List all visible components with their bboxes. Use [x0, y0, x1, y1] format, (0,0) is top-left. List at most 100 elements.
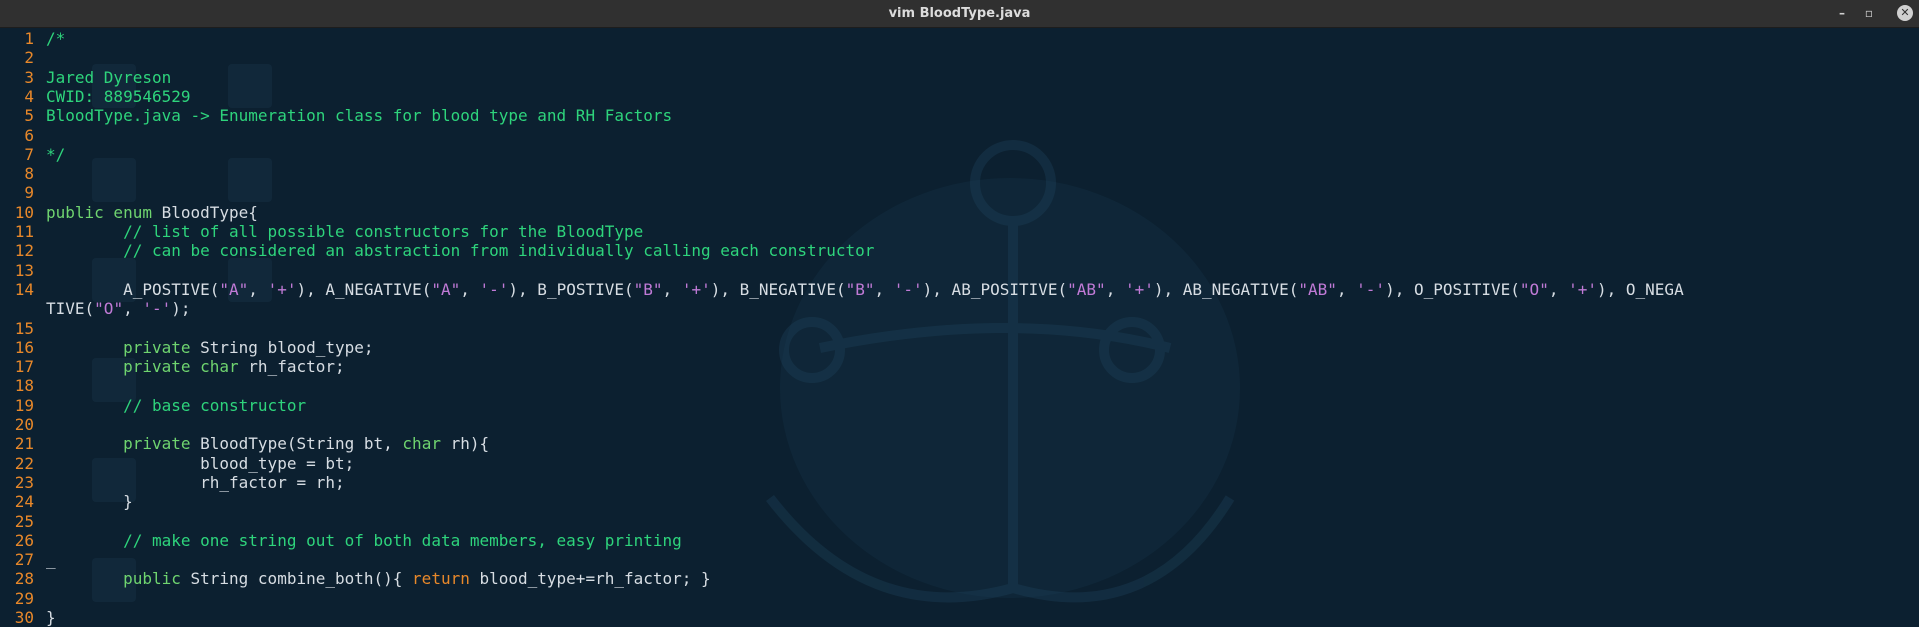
code-line[interactable]: 28 public String combine_both(){ return …: [0, 569, 1919, 588]
code-string: "A": [431, 279, 461, 299]
code-token: }: [46, 492, 133, 512]
code-line[interactable]: 12 // can be considered an abstraction f…: [0, 241, 1919, 260]
code-text: private BloodType(String bt, char rh){: [46, 434, 489, 453]
code-line[interactable]: 24 }: [0, 492, 1919, 511]
code-line[interactable]: 19 // base constructor: [0, 396, 1919, 415]
close-button[interactable]: ✕: [1897, 5, 1913, 21]
code-line[interactable]: 7 */: [0, 145, 1919, 164]
code-token: ,: [460, 279, 480, 299]
code-token: ), O_NEGA: [1597, 279, 1684, 299]
code-keyword: private: [46, 337, 191, 357]
code-token: BloodType(String bt,: [190, 434, 403, 454]
vim-editor[interactable]: 1 /* 2 3 Jared Dyreson 4 CWID: 889546529 5 Blood…: [0, 28, 1919, 627]
code-string: "O": [94, 299, 124, 319]
code-string: "AB": [1067, 279, 1106, 299]
line-number: 13: [14, 260, 34, 280]
code-line[interactable]: 17 private char rh_factor;: [0, 357, 1919, 376]
code-text: private String blood_type;: [46, 337, 373, 357]
line-number: 19: [14, 395, 34, 415]
code-token: blood_type = bt;: [46, 453, 355, 473]
line-number: 6: [24, 125, 34, 145]
code-token: blood_type+=rh_factor; }: [469, 569, 711, 589]
line-number: 2: [24, 48, 34, 68]
code-text: */: [46, 145, 65, 164]
code-string: '-': [142, 299, 172, 319]
line-number: 25: [14, 511, 34, 531]
code-line[interactable]: 1 /*: [0, 29, 1919, 48]
line-number: 3: [24, 67, 34, 87]
code-line[interactable]: 25: [0, 512, 1919, 531]
code-line[interactable]: 13: [0, 261, 1919, 280]
code-text: public enum BloodType{: [46, 203, 258, 222]
code-line[interactable]: 30}: [0, 608, 1919, 627]
code-text: A_POSTIVE("A", '+'), A_NEGATIVE("A", '-'…: [46, 280, 1684, 299]
code-line[interactable]: 11 // list of all possible constructors …: [0, 222, 1919, 241]
code-string: '-': [479, 279, 509, 299]
code-text: }: [46, 492, 133, 511]
code-comment: // list of all possible constructors for…: [46, 222, 644, 241]
code-token: rh_factor;: [238, 357, 345, 377]
code-token: ), B_POSTIVE(: [508, 279, 634, 299]
code-line[interactable]: 4 CWID: 889546529: [0, 87, 1919, 106]
minimize-button[interactable]: –: [1834, 5, 1850, 21]
code-line[interactable]: 14 A_POSTIVE("A", '+'), A_NEGATIVE("A", …: [0, 280, 1919, 299]
code-line[interactable]: 15: [0, 319, 1919, 338]
code-line[interactable]: 20: [0, 415, 1919, 434]
code-text: CWID: 889546529: [46, 87, 191, 106]
line-number: 12: [14, 241, 34, 261]
line-number: 5: [24, 106, 34, 126]
line-number: 8: [24, 164, 34, 184]
code-line[interactable]: 21 private BloodType(String bt, char rh)…: [0, 434, 1919, 453]
code-line[interactable]: 3 Jared Dyreson: [0, 68, 1919, 87]
code-line[interactable]: 27 _: [0, 550, 1919, 569]
code-line[interactable]: 8: [0, 164, 1919, 183]
maximize-button[interactable]: ▫: [1861, 5, 1877, 21]
code-text: }: [46, 608, 56, 627]
code-line[interactable]: 2: [0, 48, 1919, 67]
window-titlebar[interactable]: vim BloodType.java – ▫ ✕: [0, 0, 1919, 28]
code-string: '-': [1356, 279, 1386, 299]
code-line[interactable]: 10 public enum BloodType{: [0, 203, 1919, 222]
code-string: "O": [1519, 279, 1549, 299]
code-line[interactable]: 9: [0, 183, 1919, 202]
code-line[interactable]: 29: [0, 589, 1919, 608]
code-line[interactable]: 22 blood_type = bt;: [0, 454, 1919, 473]
code-token: ,: [1105, 279, 1125, 299]
code-line[interactable]: 18: [0, 376, 1919, 395]
code-comment: // can be considered an abstraction from…: [46, 241, 875, 261]
code-token: );: [171, 299, 191, 319]
window-title: vim BloodType.java: [888, 6, 1031, 21]
code-token: ), A_NEGATIVE(: [296, 279, 432, 299]
code-token: rh){: [440, 434, 490, 454]
line-number: 28: [14, 569, 34, 589]
code-text: Jared Dyreson: [46, 68, 171, 87]
code-line[interactable]: 5 BloodType.java -> Enumeration class for…: [0, 106, 1919, 125]
line-number: 21: [14, 434, 34, 454]
code-text: // base constructor: [46, 396, 306, 415]
code-token: BloodType{: [151, 202, 258, 222]
code-keyword: return: [412, 569, 470, 589]
code-string: "AB": [1298, 279, 1337, 299]
code-line[interactable]: 23 rh_factor = rh;: [0, 473, 1919, 492]
code-keyword: private: [46, 434, 191, 454]
line-number: 9: [24, 183, 34, 203]
code-line[interactable]: TIVE("O", '-');: [0, 299, 1919, 318]
line-number: 16: [14, 337, 34, 357]
code-line[interactable]: 26 // make one string out of both data m…: [0, 531, 1919, 550]
code-line[interactable]: 6: [0, 126, 1919, 145]
code-token: ,: [662, 279, 682, 299]
code-token: ,: [1548, 279, 1569, 299]
line-number: 10: [14, 202, 34, 222]
code-token: ), O_POSITIVE(: [1385, 279, 1520, 299]
code-text: private char rh_factor;: [46, 357, 345, 376]
line-number: 17: [14, 357, 34, 377]
code-keyword: private char: [46, 357, 239, 377]
code-line[interactable]: 16 private String blood_type;: [0, 338, 1919, 357]
code-string: '+': [681, 279, 711, 299]
code-text: // list of all possible constructors for…: [46, 222, 643, 241]
code-keyword: char: [402, 434, 441, 454]
code-string: '+': [267, 279, 297, 299]
code-keyword: public enum: [46, 202, 152, 222]
code-token: ), B_NEGATIVE(: [710, 279, 846, 299]
code-token: }: [46, 608, 56, 627]
